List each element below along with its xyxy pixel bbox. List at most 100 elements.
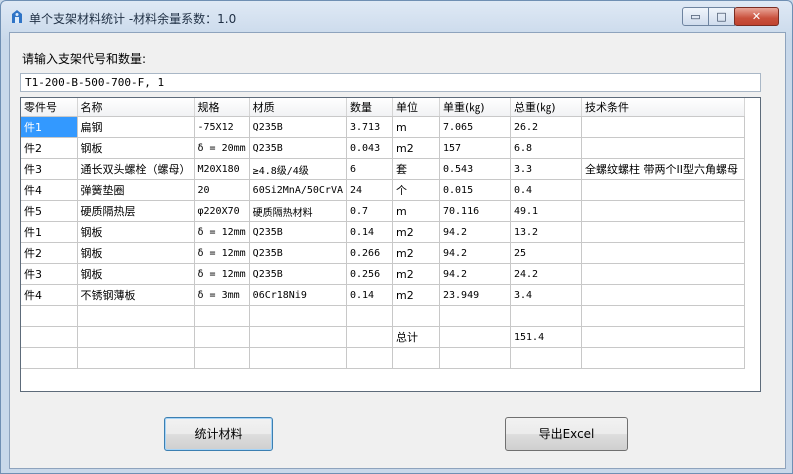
table-cell[interactable]: 3.3	[510, 158, 582, 180]
table-cell[interactable]	[346, 347, 393, 369]
close-button[interactable]: ✕	[734, 7, 779, 26]
table-cell[interactable]: Q235B	[249, 221, 347, 243]
table-cell[interactable]: m2	[392, 242, 440, 264]
table-cell[interactable]	[439, 326, 511, 348]
column-header[interactable]: 规格	[194, 98, 250, 117]
materials-grid[interactable]: 零件号 名称 规格 材质 数量 单位 单重(㎏) 总重(㎏) 技术条件 件1 扁钢…	[20, 97, 761, 392]
table-cell[interactable]	[77, 305, 195, 327]
table-cell[interactable]: 硬质隔热层	[77, 200, 195, 222]
table-cell[interactable]: 件1	[21, 221, 78, 243]
table-row[interactable]	[21, 305, 745, 327]
table-row[interactable]: 件1 钢板 δ = 12mm Q235B 0.14 m2 94.2 13.2	[21, 221, 745, 243]
table-cell[interactable]: 3.713	[346, 116, 393, 138]
table-cell[interactable]: 70.116	[439, 200, 511, 222]
table-cell[interactable]: 总计	[392, 326, 440, 348]
table-row[interactable]: 件4 弹簧垫圈 20 60Si2MnA/50CrVA 24 个 0.015 0.4	[21, 179, 745, 201]
table-cell[interactable]	[194, 305, 250, 327]
table-cell[interactable]: 157	[439, 137, 511, 159]
table-cell[interactable]: 弹簧垫圈	[77, 179, 195, 201]
table-cell[interactable]	[249, 326, 347, 348]
table-cell[interactable]: 个	[392, 179, 440, 201]
table-row[interactable]: 总计 151.4	[21, 326, 745, 348]
column-header[interactable]: 材质	[249, 98, 347, 117]
table-cell[interactable]: 通长双头螺栓（螺母）	[77, 158, 195, 180]
column-header[interactable]: 零件号	[21, 98, 78, 117]
table-cell[interactable]	[581, 200, 745, 222]
column-header[interactable]: 总重(㎏)	[510, 98, 582, 117]
table-cell[interactable]	[249, 347, 347, 369]
table-cell[interactable]	[581, 179, 745, 201]
export-excel-button[interactable]: 导出Excel	[505, 417, 628, 451]
table-row[interactable]	[21, 347, 745, 369]
table-cell[interactable]: 件3	[21, 158, 78, 180]
table-cell[interactable]: 件2	[21, 137, 78, 159]
table-cell[interactable]: δ = 20mm	[194, 137, 250, 159]
table-cell[interactable]: 13.2	[510, 221, 582, 243]
bracket-code-input[interactable]: T1-200-B-500-700-F, 1	[20, 73, 761, 92]
maximize-button[interactable]: □	[708, 7, 735, 26]
table-cell[interactable]: 94.2	[439, 242, 511, 264]
table-cell[interactable]	[21, 326, 78, 348]
table-cell[interactable]	[510, 305, 582, 327]
table-cell[interactable]: 24	[346, 179, 393, 201]
table-cell[interactable]: m2	[392, 284, 440, 306]
table-cell[interactable]	[392, 305, 440, 327]
table-cell[interactable]	[439, 347, 511, 369]
table-cell[interactable]: δ = 12mm	[194, 263, 250, 285]
table-cell[interactable]: 60Si2MnA/50CrVA	[249, 179, 347, 201]
table-cell[interactable]: 钢板	[77, 137, 195, 159]
table-cell[interactable]: m	[392, 116, 440, 138]
table-cell[interactable]: φ220X70	[194, 200, 250, 222]
title-bar[interactable]: 单个支架材料统计 -材料余量系数：1.0 ▭ □ ✕	[1, 1, 792, 31]
table-cell[interactable]: 3.4	[510, 284, 582, 306]
table-cell[interactable]: 0.7	[346, 200, 393, 222]
table-cell[interactable]: 0.14	[346, 284, 393, 306]
table-cell[interactable]: m2	[392, 263, 440, 285]
column-header[interactable]: 名称	[77, 98, 195, 117]
table-cell[interactable]: 全螺纹螺柱 带两个II型六角螺母	[581, 158, 745, 180]
table-cell[interactable]: 0.015	[439, 179, 511, 201]
table-cell[interactable]: -75X12	[194, 116, 250, 138]
table-row[interactable]: 件2 钢板 δ = 20mm Q235B 0.043 m2 157 6.8	[21, 137, 745, 159]
table-row[interactable]: 件3 通长双头螺栓（螺母） M20X180 ≥4.8级/4级 6 套 0.543 3.3 全螺纹…	[21, 158, 745, 180]
table-cell[interactable]	[392, 347, 440, 369]
table-row[interactable]: 件2 钢板 δ = 12mm Q235B 0.266 m2 94.2 25	[21, 242, 745, 264]
table-cell[interactable]: 94.2	[439, 221, 511, 243]
table-cell[interactable]: 151.4	[510, 326, 582, 348]
table-cell[interactable]: 0.14	[346, 221, 393, 243]
table-cell[interactable]: 件4	[21, 179, 78, 201]
table-cell[interactable]: m2	[392, 137, 440, 159]
table-cell[interactable]: m2	[392, 221, 440, 243]
table-cell[interactable]	[581, 347, 745, 369]
table-cell[interactable]	[21, 347, 78, 369]
table-cell[interactable]: 25	[510, 242, 582, 264]
table-cell[interactable]: 26.2	[510, 116, 582, 138]
table-cell[interactable]: 套	[392, 158, 440, 180]
table-cell[interactable]: 硬质隔热材料	[249, 200, 347, 222]
table-cell[interactable]	[581, 221, 745, 243]
table-cell[interactable]: Q235B	[249, 263, 347, 285]
table-cell[interactable]: 件3	[21, 263, 78, 285]
table-cell[interactable]: 0.543	[439, 158, 511, 180]
table-cell[interactable]	[249, 305, 347, 327]
table-cell[interactable]: 0.043	[346, 137, 393, 159]
table-cell[interactable]	[581, 242, 745, 264]
table-cell[interactable]: 94.2	[439, 263, 511, 285]
table-row[interactable]: 件4 不锈钢薄板 δ = 3mm 06Cr18Ni9 0.14 m2 23.949 3.4	[21, 284, 745, 306]
table-cell[interactable]	[77, 347, 195, 369]
table-cell[interactable]: 06Cr18Ni9	[249, 284, 347, 306]
table-cell[interactable]: 钢板	[77, 263, 195, 285]
table-cell[interactable]: δ = 3mm	[194, 284, 250, 306]
table-cell[interactable]: 0.256	[346, 263, 393, 285]
table-cell[interactable]: 0.4	[510, 179, 582, 201]
table-cell[interactable]	[194, 326, 250, 348]
calculate-materials-button[interactable]: 统计材料	[164, 417, 273, 451]
table-cell[interactable]: 6	[346, 158, 393, 180]
table-cell[interactable]: δ = 12mm	[194, 242, 250, 264]
table-cell[interactable]	[77, 326, 195, 348]
table-cell[interactable]: 6.8	[510, 137, 582, 159]
table-cell[interactable]: Q235B	[249, 242, 347, 264]
table-cell[interactable]: 20	[194, 179, 250, 201]
table-cell[interactable]	[581, 137, 745, 159]
table-cell[interactable]: 扁钢	[77, 116, 195, 138]
